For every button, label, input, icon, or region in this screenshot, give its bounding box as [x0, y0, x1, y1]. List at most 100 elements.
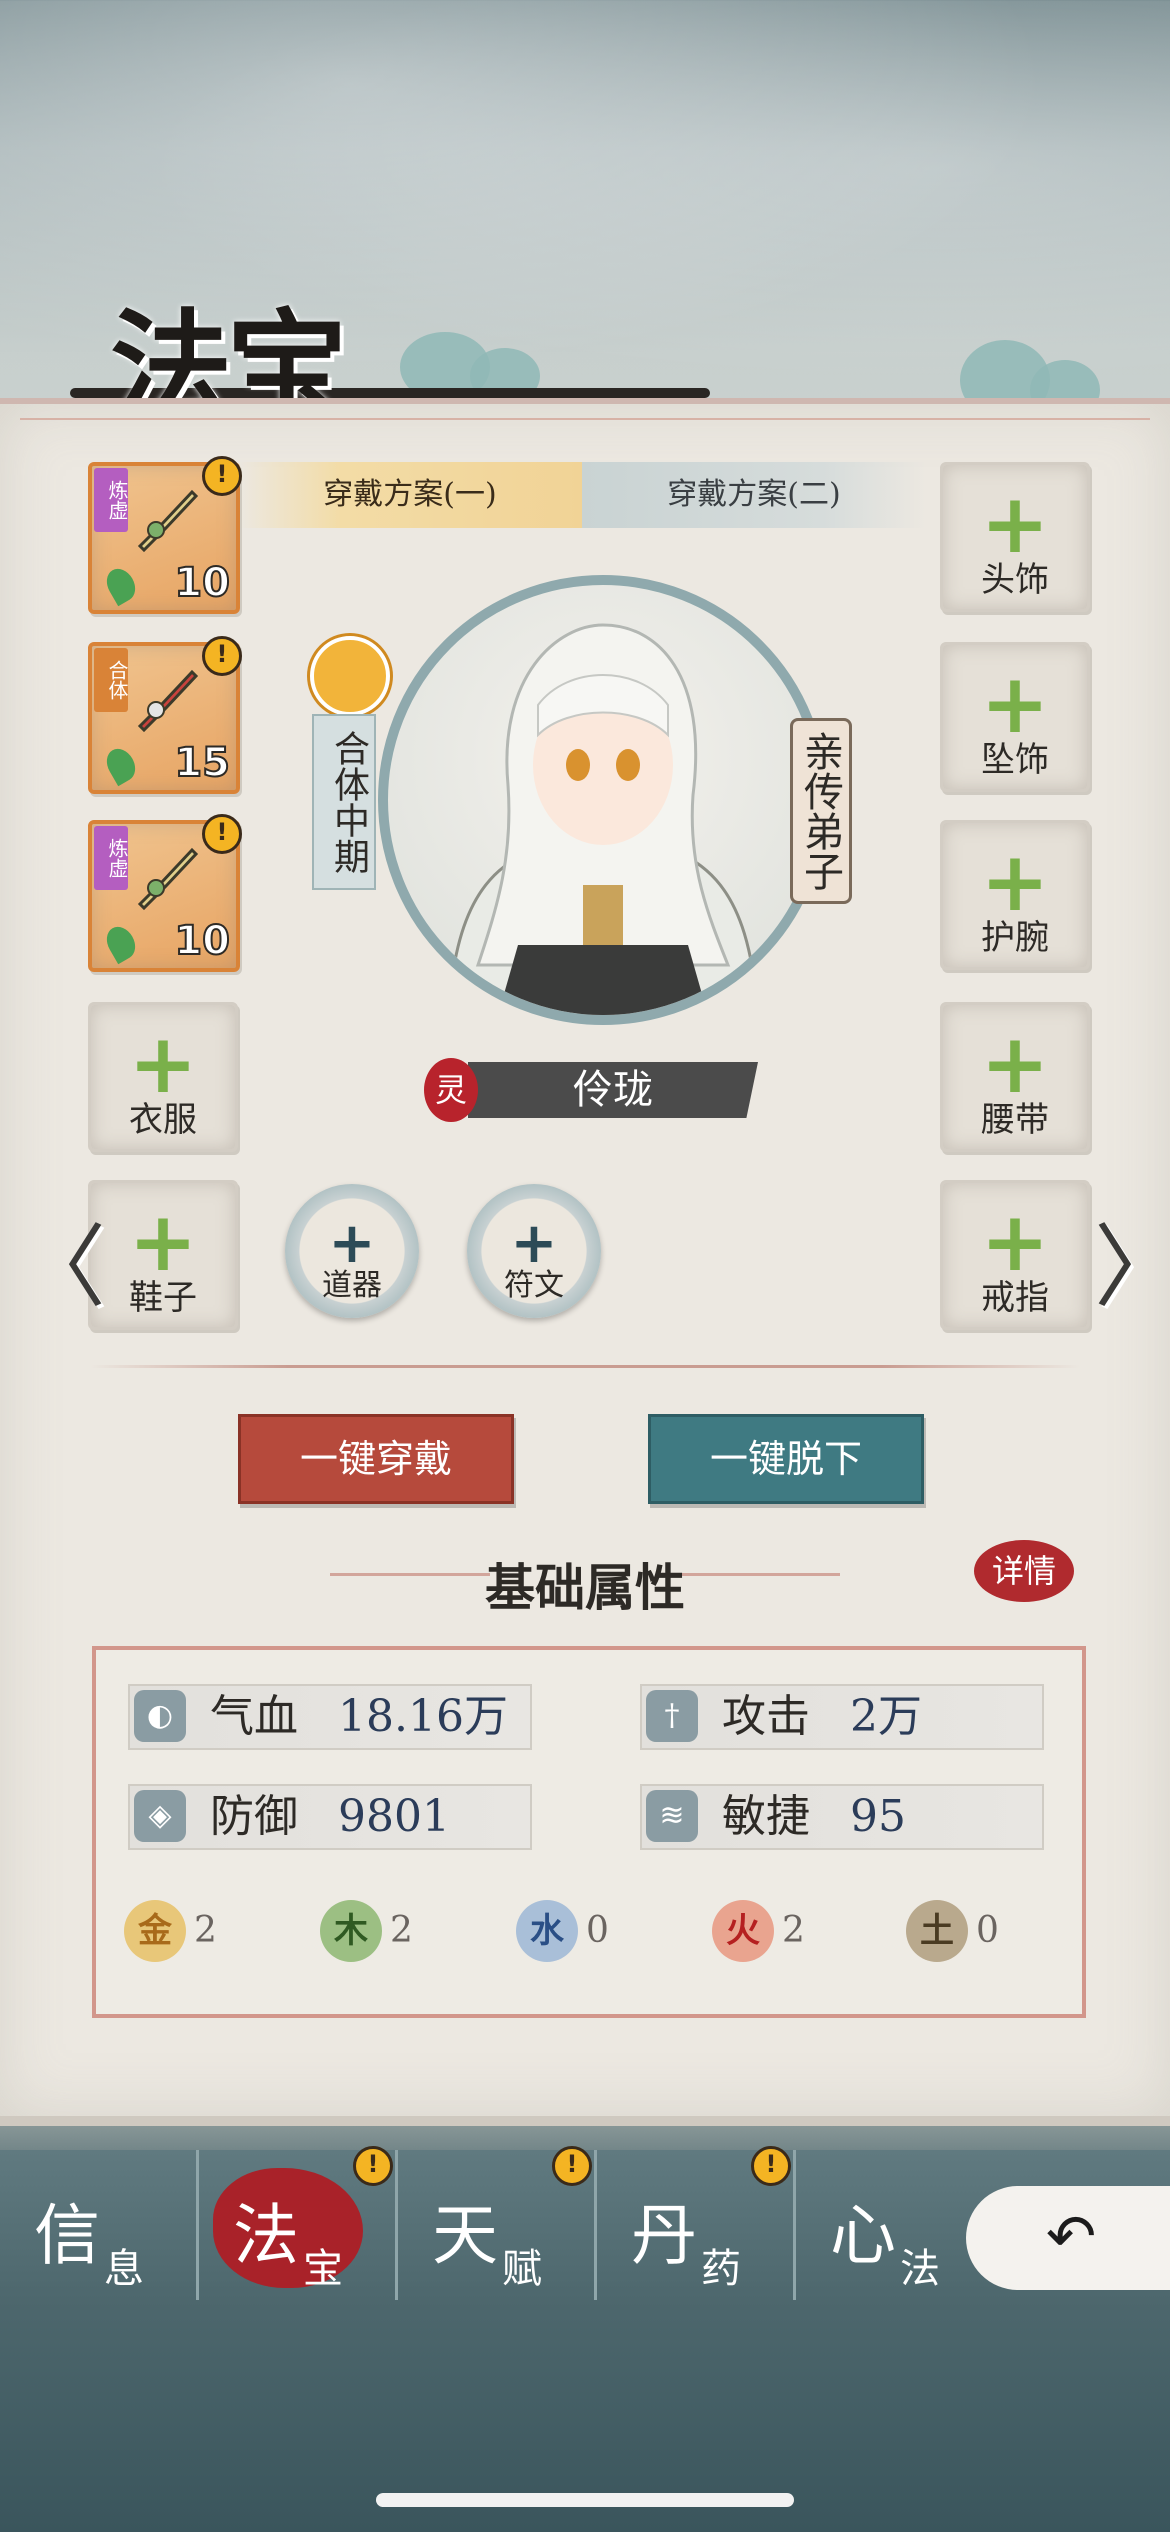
flame-icon: ◐ — [134, 1690, 186, 1742]
sword-icon — [137, 847, 199, 911]
stat-agility: ≋ 敏捷 95 — [640, 1784, 1044, 1850]
element-metal: 金2 — [124, 1900, 217, 1962]
fire-element-icon: 火 — [712, 1900, 774, 1962]
element-water: 水0 — [516, 1900, 609, 1962]
slot-label: 坠饰 — [981, 740, 1049, 780]
stat-value: 95 — [850, 1791, 906, 1842]
element-count: 2 — [194, 1910, 217, 1951]
earth-element-icon: 土 — [906, 1900, 968, 1962]
nav-tab-mind-method[interactable]: 心 法 — [796, 2150, 992, 2300]
element-count: 0 — [586, 1910, 609, 1951]
slot-label: 护腕 — [981, 918, 1049, 958]
realm-banner: 合体中期 — [312, 714, 376, 890]
back-button[interactable]: ↶ — [966, 2186, 1170, 2290]
nav-sublabel: 法 — [900, 2246, 940, 2292]
nav-tab-treasure[interactable]: 法 宝 ! — [199, 2146, 398, 2300]
wing-icon: ≋ — [646, 1790, 698, 1842]
rarity-tag: 炼虚 — [94, 826, 129, 890]
alert-icon: ! — [751, 2146, 791, 2186]
stat-name: 攻击 — [722, 1691, 810, 1742]
character-illustration — [446, 623, 760, 1015]
realm-emblem-icon — [310, 636, 390, 716]
nav-label: 丹 — [631, 2197, 697, 2274]
element-fire: 火2 — [712, 1900, 805, 1962]
equip-all-button[interactable]: 一键穿戴 — [238, 1414, 514, 1504]
element-count: 2 — [390, 1910, 413, 1951]
slot-shoes[interactable]: + 鞋子 — [88, 1180, 238, 1330]
slot-label: 鞋子 — [129, 1278, 197, 1318]
stat-name: 防御 — [210, 1791, 298, 1842]
nav-tab-pills[interactable]: 丹 药 ! — [597, 2146, 796, 2300]
treasure-slot-2[interactable]: 合体 15 ! — [88, 636, 242, 794]
details-button[interactable]: 详情 — [974, 1540, 1074, 1602]
slot-dao-artifact[interactable]: + 道器 — [285, 1184, 419, 1318]
alert-icon: ! — [202, 636, 242, 676]
nav-sublabel: 宝 — [303, 2246, 343, 2292]
tab-loadout-1[interactable]: 穿戴方案(一) — [238, 462, 582, 528]
character-portrait[interactable] — [378, 575, 828, 1025]
stat-value: 18.16万 — [338, 1691, 508, 1742]
nav-label: 信 — [34, 2197, 100, 2274]
water-element-icon: 水 — [516, 1900, 578, 1962]
shield-icon: ◈ — [134, 1790, 186, 1842]
next-character-arrow[interactable]: 〉 — [1094, 1218, 1170, 1318]
stat-name: 气血 — [210, 1691, 298, 1742]
slot-label: 道器 — [322, 1268, 382, 1303]
previous-character-arrow[interactable]: 〈 — [16, 1218, 106, 1318]
unequip-all-button[interactable]: 一键脱下 — [648, 1414, 924, 1504]
item-level: 15 — [173, 739, 231, 787]
nav-tab-talent[interactable]: 天 赋 ! — [398, 2146, 597, 2300]
nav-sublabel: 药 — [701, 2246, 741, 2292]
sword-icon — [137, 669, 199, 733]
slot-label: 符文 — [504, 1268, 564, 1303]
element-earth: 土0 — [906, 1900, 999, 1962]
spirit-root-badge: 灵 — [424, 1058, 478, 1122]
slot-belt[interactable]: + 腰带 — [940, 1002, 1090, 1152]
disciple-title-banner: 亲传弟子 — [790, 718, 852, 904]
nav-sublabel: 赋 — [502, 2246, 542, 2292]
slot-ring[interactable]: + 戒指 — [940, 1180, 1090, 1330]
section-divider — [90, 1365, 1080, 1368]
home-indicator[interactable] — [376, 2493, 794, 2507]
element-count: 0 — [976, 1910, 999, 1951]
slot-rune[interactable]: + 符文 — [467, 1184, 601, 1318]
item-level: 10 — [173, 559, 231, 607]
slot-pendant[interactable]: + 坠饰 — [940, 642, 1090, 792]
slot-label: 腰带 — [981, 1100, 1049, 1140]
nav-sublabel: 息 — [104, 2246, 144, 2292]
panel-border-line — [20, 418, 1150, 420]
stat-name: 敏捷 — [722, 1791, 810, 1842]
stat-value: 9801 — [338, 1791, 450, 1842]
slot-headwear[interactable]: + 头饰 — [940, 462, 1090, 612]
treasure-slot-3[interactable]: 炼虚 10 ! — [88, 814, 242, 972]
character-name: 伶珑 — [468, 1062, 758, 1118]
item-level: 10 — [173, 917, 231, 965]
treasure-slot-1[interactable]: 炼虚 10 ! — [88, 456, 242, 614]
metal-element-icon: 金 — [124, 1900, 186, 1962]
stat-value: 2万 — [850, 1691, 922, 1742]
slot-label: 头饰 — [981, 560, 1049, 600]
nav-label: 天 — [432, 2197, 498, 2274]
alert-icon: ! — [202, 814, 242, 854]
loadout-tabs: 穿戴方案(一) 穿戴方案(二) — [238, 462, 938, 528]
slot-label: 戒指 — [981, 1278, 1049, 1318]
rarity-tag: 炼虚 — [94, 468, 129, 532]
element-wood: 木2 — [320, 1900, 413, 1962]
sword-icon — [137, 489, 199, 553]
alert-icon: ! — [202, 456, 242, 496]
slot-clothes[interactable]: + 衣服 — [88, 1002, 238, 1152]
stat-attack: † 攻击 2万 — [640, 1684, 1044, 1750]
spirit-drop-icon — [101, 921, 141, 965]
spirit-drop-icon — [101, 563, 141, 607]
stat-hp: ◐ 气血 18.16万 — [128, 1684, 532, 1750]
tab-loadout-2[interactable]: 穿戴方案(二) — [582, 462, 926, 528]
nav-tab-info[interactable]: 信 息 — [0, 2150, 199, 2300]
spirit-drop-icon — [101, 743, 141, 787]
nav-label: 法 — [233, 2197, 299, 2274]
element-count: 2 — [782, 1910, 805, 1951]
alert-icon: ! — [552, 2146, 592, 2186]
stat-defense: ◈ 防御 9801 — [128, 1784, 532, 1850]
rarity-tag: 合体 — [94, 648, 129, 712]
alert-icon: ! — [353, 2146, 393, 2186]
slot-bracer[interactable]: + 护腕 — [940, 820, 1090, 970]
